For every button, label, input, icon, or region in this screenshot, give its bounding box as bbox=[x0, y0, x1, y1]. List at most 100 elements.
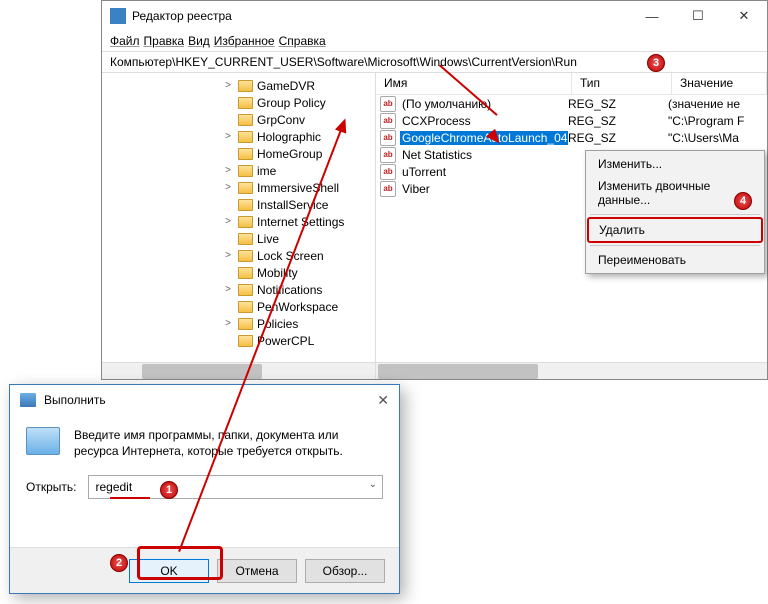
tree-item[interactable]: Live bbox=[102, 230, 375, 247]
tree-item[interactable]: >Holographic bbox=[102, 128, 375, 145]
menu-file[interactable]: Файл bbox=[110, 34, 140, 48]
string-value-icon: ab bbox=[380, 96, 396, 112]
regedit-icon bbox=[110, 8, 126, 24]
maximize-button[interactable]: ☐ bbox=[675, 1, 721, 31]
folder-icon bbox=[238, 114, 253, 126]
tree-label: Policies bbox=[257, 317, 298, 331]
tree-label: PowerCPL bbox=[257, 334, 314, 348]
callout-4: 4 bbox=[734, 192, 752, 210]
cancel-button[interactable]: Отмена bbox=[217, 559, 297, 583]
window-title: Редактор реестра bbox=[132, 9, 232, 23]
tree-item[interactable]: >GameDVR bbox=[102, 77, 375, 94]
run-button-row: OK Отмена Обзор... bbox=[10, 547, 399, 593]
value-data: "C:\Users\Ma bbox=[668, 131, 767, 145]
titlebar: Редактор реестра — ☐ ✕ bbox=[102, 1, 767, 31]
run-big-icon bbox=[26, 427, 60, 455]
value-row[interactable]: abGoogleChromeAutoLaunch_04...REG_SZ"C:\… bbox=[376, 129, 767, 146]
address-bar bbox=[102, 51, 767, 73]
string-value-icon: ab bbox=[380, 147, 396, 163]
col-name[interactable]: Имя bbox=[376, 73, 572, 94]
folder-icon bbox=[238, 131, 253, 143]
tree-item[interactable]: >Lock Screen bbox=[102, 247, 375, 264]
folder-icon bbox=[238, 216, 253, 228]
callout-1: 1 bbox=[160, 481, 178, 499]
menu-favorites[interactable]: Избранное bbox=[214, 34, 275, 48]
tree-item[interactable]: PowerCPL bbox=[102, 332, 375, 349]
tree-label: GameDVR bbox=[257, 79, 315, 93]
tree-label: Group Policy bbox=[257, 96, 326, 110]
folder-icon bbox=[238, 267, 253, 279]
window-controls: — ☐ ✕ bbox=[629, 1, 767, 31]
folder-icon bbox=[238, 199, 253, 211]
context-menu-item[interactable]: Удалить bbox=[587, 217, 763, 243]
value-row[interactable]: ab (По умолчанию)REG_SZ(значение не bbox=[376, 95, 767, 112]
run-description-row: Введите имя программы, папки, документа … bbox=[26, 427, 383, 459]
menu-view[interactable]: Вид bbox=[188, 34, 210, 48]
value-row[interactable]: abCCXProcessREG_SZ"C:\Program F bbox=[376, 112, 767, 129]
tree-scrollbar[interactable] bbox=[102, 362, 375, 379]
run-titlebar: Выполнить ✕ bbox=[10, 385, 399, 415]
context-menu-item[interactable]: Переименовать bbox=[588, 249, 762, 271]
run-icon bbox=[20, 393, 36, 407]
folder-icon bbox=[238, 165, 253, 177]
run-description: Введите имя программы, папки, документа … bbox=[74, 427, 383, 459]
menu-help[interactable]: Справка bbox=[279, 34, 326, 48]
string-value-icon: ab bbox=[380, 130, 396, 146]
ok-button[interactable]: OK bbox=[129, 559, 209, 583]
value-name: GoogleChromeAutoLaunch_04... bbox=[400, 131, 568, 145]
run-open-label: Открыть: bbox=[26, 480, 76, 494]
tree-label: Internet Settings bbox=[257, 215, 344, 229]
tree-item[interactable]: Mobility bbox=[102, 264, 375, 281]
menubar: Файл Правка Вид Избранное Справка bbox=[102, 31, 767, 51]
chevron-down-icon[interactable]: ⌄ bbox=[369, 479, 377, 490]
tree-item[interactable]: HomeGroup bbox=[102, 145, 375, 162]
browse-button[interactable]: Обзор... bbox=[305, 559, 385, 583]
tree-label: Lock Screen bbox=[257, 249, 324, 263]
folder-icon bbox=[238, 301, 253, 313]
col-data[interactable]: Значение bbox=[672, 73, 767, 94]
tree-label: Notifications bbox=[257, 283, 322, 297]
tree-item[interactable]: InstallService bbox=[102, 196, 375, 213]
tree-item[interactable]: >Internet Settings bbox=[102, 213, 375, 230]
run-open-row: Открыть: ⌄ bbox=[26, 475, 383, 499]
tree-pane[interactable]: >GameDVR Group Policy GrpConv>HolographicH… bbox=[102, 73, 376, 379]
folder-icon bbox=[238, 233, 253, 245]
folder-icon bbox=[238, 250, 253, 262]
value-name: Net Statistics bbox=[400, 148, 568, 162]
col-type[interactable]: Тип bbox=[572, 73, 672, 94]
folder-icon bbox=[238, 284, 253, 296]
tree-item[interactable]: >ime bbox=[102, 162, 375, 179]
value-data: "C:\Program F bbox=[668, 114, 767, 128]
tree-label: ime bbox=[257, 164, 276, 178]
string-value-icon: ab bbox=[380, 181, 396, 197]
folder-icon bbox=[238, 335, 253, 347]
folder-icon bbox=[238, 318, 253, 330]
folder-icon bbox=[238, 148, 253, 160]
values-scrollbar[interactable] bbox=[376, 362, 767, 379]
callout-3: 3 bbox=[647, 54, 665, 72]
tree-item[interactable]: Group Policy bbox=[102, 94, 375, 111]
tree-label: GrpConv bbox=[257, 113, 305, 127]
tree-label: Mobility bbox=[257, 266, 298, 280]
tree-item[interactable]: >ImmersiveShell bbox=[102, 179, 375, 196]
close-button[interactable]: ✕ bbox=[721, 1, 767, 31]
tree-item[interactable]: PenWorkspace bbox=[102, 298, 375, 315]
values-header: Имя Тип Значение bbox=[376, 73, 767, 95]
context-menu-item[interactable]: Изменить... bbox=[588, 153, 762, 175]
value-name: (По умолчанию) bbox=[400, 97, 568, 111]
string-value-icon: ab bbox=[380, 113, 396, 129]
tree-label: InstallService bbox=[257, 198, 328, 212]
callout-2: 2 bbox=[110, 554, 128, 572]
tree-item[interactable]: >Policies bbox=[102, 315, 375, 332]
tree-item[interactable]: GrpConv bbox=[102, 111, 375, 128]
run-close-button[interactable]: ✕ bbox=[377, 392, 389, 409]
context-menu: Изменить...Изменить двоичные данные...Уд… bbox=[585, 150, 765, 274]
string-value-icon: ab bbox=[380, 164, 396, 180]
tree-item[interactable]: >Notifications bbox=[102, 281, 375, 298]
menu-edit[interactable]: Правка bbox=[144, 34, 185, 48]
run-combobox[interactable]: ⌄ bbox=[88, 475, 383, 499]
run-input[interactable] bbox=[88, 475, 383, 499]
value-type: REG_SZ bbox=[568, 97, 668, 111]
minimize-button[interactable]: — bbox=[629, 1, 675, 31]
value-data: (значение не bbox=[668, 97, 767, 111]
